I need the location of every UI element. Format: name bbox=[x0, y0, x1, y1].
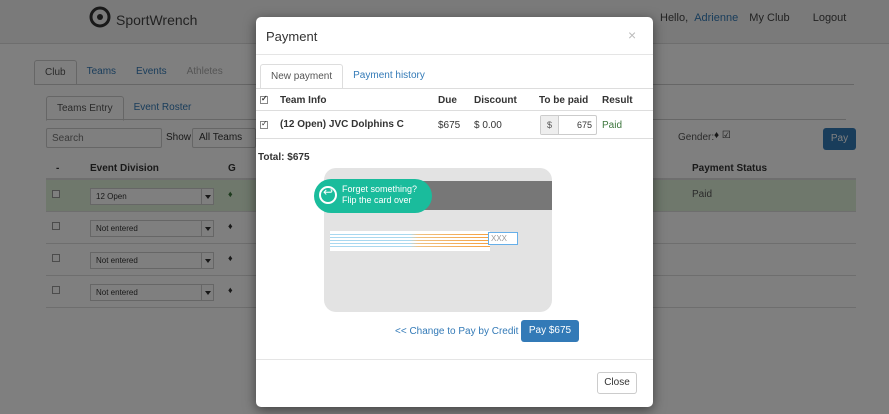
close-button[interactable]: Close bbox=[597, 372, 637, 394]
result-status: Paid bbox=[602, 120, 623, 131]
payment-table-header: Team Info Due Discount To be paid Result bbox=[256, 91, 653, 111]
payment-tabs-divider bbox=[256, 88, 653, 89]
currency-addon: $ bbox=[541, 116, 559, 134]
due-amount: $675 bbox=[438, 120, 461, 131]
flip-card-tooltip: Forget something? Flip the card over bbox=[314, 179, 432, 213]
pay-amount-button[interactable]: Pay $675 bbox=[521, 320, 579, 342]
change-to-credit-link[interactable]: << Change to Pay by Credit bbox=[395, 326, 518, 337]
modal-title: Payment bbox=[266, 29, 318, 44]
discount-amount: $ 0.00 bbox=[474, 120, 502, 131]
payment-modal: Payment × New payment Payment history Te… bbox=[256, 17, 653, 407]
team-info: (12 Open) JVC Dolphins C bbox=[280, 119, 404, 130]
modal-header: Payment × bbox=[256, 17, 653, 55]
signature-strip bbox=[330, 231, 490, 251]
tooltip-line-2: Flip the card over bbox=[342, 195, 412, 205]
header-to-be-paid: To be paid bbox=[539, 95, 589, 106]
header-team-info: Team Info bbox=[280, 95, 327, 106]
header-result: Result bbox=[602, 95, 633, 106]
tooltip-text: Forget something? Flip the card over bbox=[342, 184, 417, 206]
tab-new-payment[interactable]: New payment bbox=[260, 64, 344, 89]
amount-input-group[interactable]: $ 675 bbox=[540, 115, 597, 135]
select-all-checkbox[interactable] bbox=[260, 94, 268, 104]
cvv-input[interactable]: XXX bbox=[488, 232, 518, 245]
tooltip-line-1: Forget something? bbox=[342, 184, 418, 194]
header-discount: Discount bbox=[474, 95, 517, 106]
payment-table: Team Info Due Discount To be paid Result… bbox=[256, 91, 653, 139]
header-due: Due bbox=[438, 95, 457, 106]
row-checkbox[interactable] bbox=[260, 119, 268, 129]
tab-payment-history[interactable]: Payment history bbox=[343, 64, 435, 89]
table-row: (12 Open) JVC Dolphins C $675 $ 0.00 $ 6… bbox=[256, 111, 653, 139]
flip-arrow-icon bbox=[319, 186, 337, 204]
total-amount: Total: $675 bbox=[258, 152, 310, 163]
modal-footer-divider bbox=[256, 359, 653, 360]
close-icon[interactable]: × bbox=[628, 27, 636, 43]
amount-input[interactable]: 675 bbox=[559, 116, 596, 134]
payment-tabs: New payment Payment history bbox=[260, 64, 435, 89]
